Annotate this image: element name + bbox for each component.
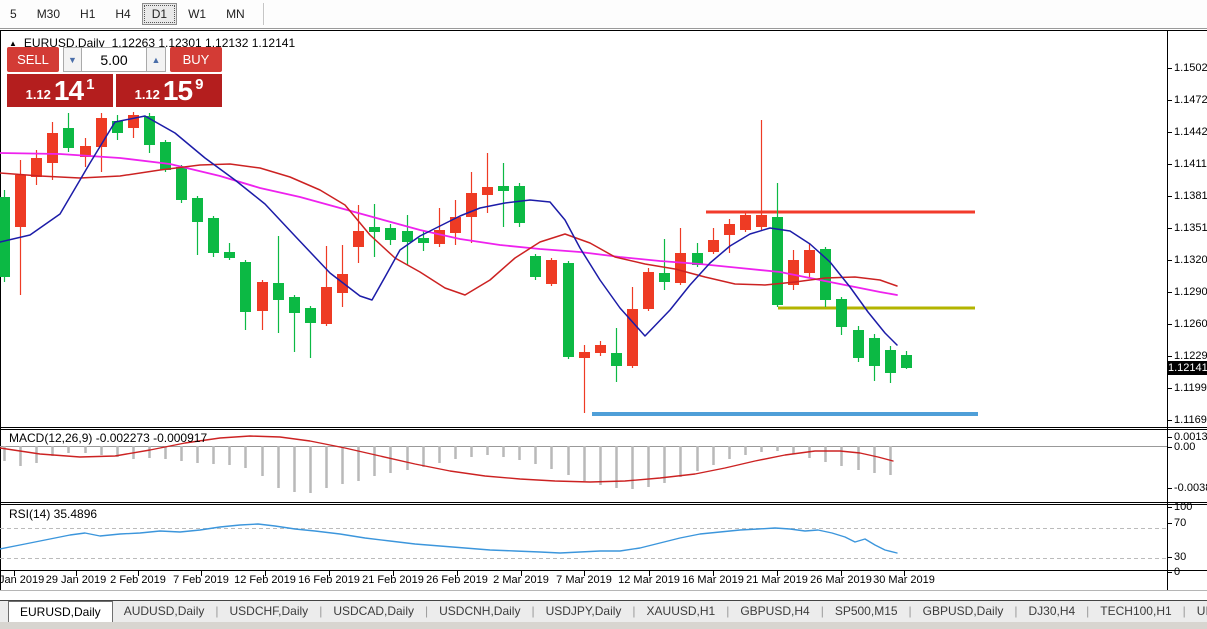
timeframe-toolbar: 5M30H1H4D1W1MN (0, 0, 1207, 29)
sell-price-box[interactable]: 1.12 14 1 (7, 74, 113, 107)
price-axis-label: 1.13510 (1174, 222, 1207, 234)
date-axis-label: 29 Jan 2019 (46, 574, 107, 586)
macd-axis-label: 0.00 (1174, 441, 1195, 453)
date-axis-label: 16 Mar 2019 (682, 574, 744, 586)
buy-price-box[interactable]: 1.12 15 9 (116, 74, 222, 107)
date-axis-label: 7 Feb 2019 (173, 574, 229, 586)
rsi-axis-label: 70 (1174, 517, 1186, 529)
date-axis-label: 26 Feb 2019 (426, 574, 488, 586)
price-axis-label: 1.14725 (1174, 94, 1207, 106)
tab-sp500-m15[interactable]: SP500,M15 (824, 601, 909, 622)
buy-button[interactable]: BUY (170, 47, 222, 72)
timeframe-w1[interactable]: W1 (179, 4, 215, 24)
tab-eurusd-daily[interactable]: EURUSD,Daily (8, 601, 113, 622)
rsi-label: RSI(14) 35.4896 (9, 507, 97, 521)
date-axis-label: 21 Feb 2019 (362, 574, 424, 586)
rsi-axis-label: 30 (1174, 551, 1186, 563)
date-axis-label: 24 Jan 2019 (0, 574, 44, 586)
date-axis-label: 30 Mar 2019 (873, 574, 935, 586)
macd-axis-label: -0.003862 (1174, 482, 1207, 494)
one-click-trade-panel: SELL ▼ 5.00 ▲ BUY 1.12 14 1 1.12 15 9 (7, 47, 222, 107)
price-axis-label: 1.13205 (1174, 254, 1207, 266)
lot-size-field[interactable]: 5.00 (82, 47, 147, 72)
date-axis-label: 26 Mar 2019 (810, 574, 872, 586)
date-axis-label: 21 Mar 2019 (746, 574, 808, 586)
tab-usdcnh-daily[interactable]: USDCNH,Daily (428, 601, 531, 622)
current-price-tag: 1.12141 (1168, 361, 1207, 375)
price-axis-label: 1.13815 (1174, 190, 1207, 202)
rsi-axis-label: 0 (1174, 566, 1180, 578)
price-axis-label: 1.11995 (1174, 382, 1207, 394)
sell-price-sup: 1 (86, 76, 94, 93)
lot-increase-button[interactable]: ▲ (147, 47, 166, 72)
macd-label: MACD(12,26,9) -0.002273 -0.000917 (9, 431, 207, 445)
date-axis-label: 16 Feb 2019 (298, 574, 360, 586)
tab-usdjpy-daily[interactable]: USDJPY,Daily (535, 601, 633, 622)
date-axis-label: 12 Feb 2019 (234, 574, 296, 586)
price-axis-label: 1.12905 (1174, 286, 1207, 298)
date-axis-label: 2 Feb 2019 (110, 574, 166, 586)
price-axis-label: 1.11690 (1174, 414, 1207, 426)
sell-button[interactable]: SELL (7, 47, 59, 72)
timeframe-m30[interactable]: M30 (28, 4, 69, 24)
status-strip (0, 622, 1207, 629)
price-axis-label: 1.14115 (1174, 158, 1207, 170)
tab-gbpusd-h4[interactable]: GBPUSD,H4 (729, 601, 820, 622)
chart-tabs-bar: EURUSD,DailyAUDUSD,Daily|USDCHF,Daily|US… (0, 600, 1207, 622)
date-axis-label: 12 Mar 2019 (618, 574, 680, 586)
tab-audusd-daily[interactable]: AUDUSD,Daily (113, 601, 216, 622)
tab-dj30-h4[interactable]: DJ30,H4 (1017, 601, 1086, 622)
date-axis-label: 7 Mar 2019 (556, 574, 612, 586)
buy-price-small: 1.12 (135, 87, 160, 102)
mt4-window: 5M30H1H4D1W1MN ▲ EURUSD,Daily 1.12263 1.… (0, 0, 1207, 629)
rsi-axis-label: 100 (1174, 501, 1192, 513)
tab-usdcad-daily[interactable]: USDCAD,Daily (322, 601, 425, 622)
timeframe-5[interactable]: 5 (1, 4, 26, 24)
chevron-up-icon: ▲ (152, 55, 161, 65)
price-axis-label: 1.15025 (1174, 62, 1207, 74)
price-axis-label: 1.12600 (1174, 318, 1207, 330)
sell-price-big: 14 (54, 75, 83, 107)
timeframe-h1[interactable]: H1 (71, 4, 104, 24)
price-axis-label: 1.14420 (1174, 126, 1207, 138)
lot-dropdown-button[interactable]: ▼ (63, 47, 82, 72)
toolbar-separator (263, 3, 265, 25)
tab-usdchf-daily[interactable]: USDCHF,Daily (219, 601, 320, 622)
tab-gbpusd-daily[interactable]: GBPUSD,Daily (912, 601, 1015, 622)
tab-tech100-h1[interactable]: TECH100,H1 (1089, 601, 1182, 622)
chevron-down-icon: ▼ (68, 55, 77, 65)
timeframe-mn[interactable]: MN (217, 4, 254, 24)
buy-price-sup: 9 (195, 76, 203, 93)
tab-ui[interactable]: UI (1186, 601, 1207, 622)
timeframe-d1[interactable]: D1 (142, 3, 177, 25)
sell-price-small: 1.12 (26, 87, 51, 102)
date-axis-label: 2 Mar 2019 (493, 574, 549, 586)
timeframe-h4[interactable]: H4 (106, 4, 139, 24)
tab-xauusd-h1[interactable]: XAUUSD,H1 (636, 601, 727, 622)
buy-price-big: 15 (163, 75, 192, 107)
